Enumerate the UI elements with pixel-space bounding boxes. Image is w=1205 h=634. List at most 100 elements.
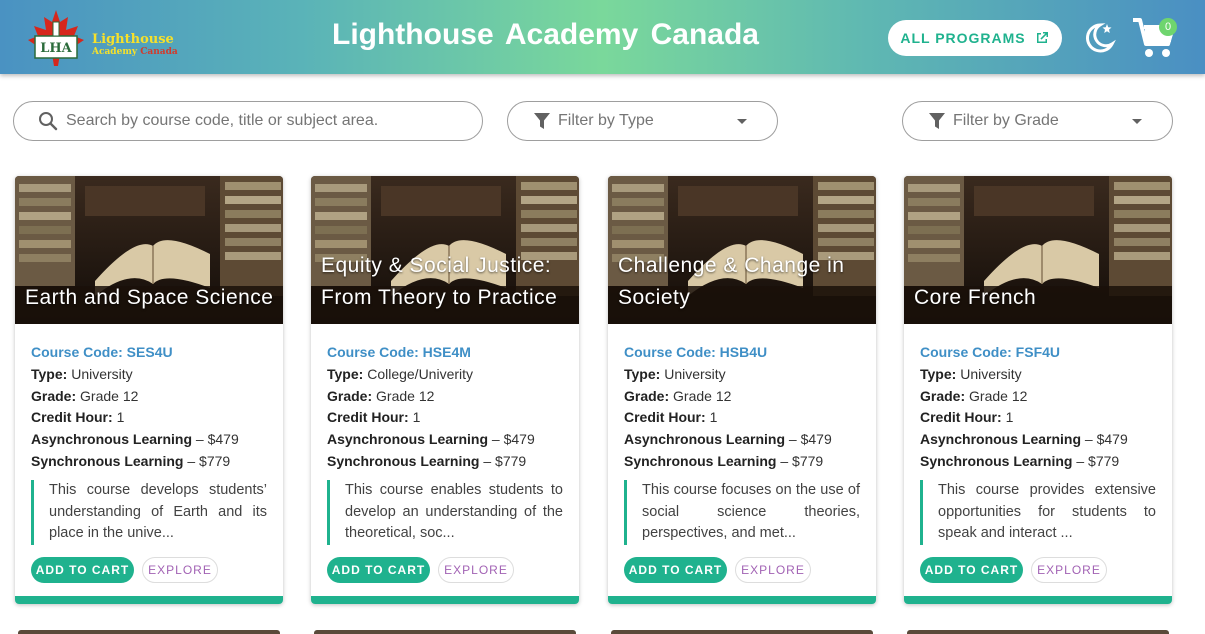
course-card: Challenge & Change in Society Course Cod… [608, 176, 876, 604]
course-image[interactable]: Equity & Social Justice: From Theory to … [311, 176, 579, 324]
grade-value: Grade 12 [673, 387, 732, 404]
sync-price: Synchronous Learning – $779 [624, 451, 864, 473]
course-details: Course Code: FSF4U Type: University Grad… [920, 342, 1160, 473]
async-price: Asynchronous Learning – $479 [31, 429, 271, 451]
maple-leaf-logo-icon: LHA [28, 10, 84, 66]
course-grade: Grade: Grade 12 [624, 386, 864, 408]
grade-label: Grade: [624, 387, 670, 404]
all-programs-button[interactable]: ALL PROGRAMS [888, 20, 1062, 56]
course-description: This course provides extensive opportuni… [920, 480, 1156, 545]
add-to-cart-button[interactable]: ADD TO CART [31, 557, 134, 583]
async-value: – $479 [488, 431, 535, 448]
top-app-bar: LHA Lighthouse Academy Canada Lighthouse… [0, 0, 1205, 74]
logo-line2b: Canada [140, 47, 178, 57]
async-price: Asynchronous Learning – $479 [920, 429, 1160, 451]
course-code: Course Code: SES4U [31, 344, 173, 360]
add-to-cart-button[interactable]: ADD TO CART [624, 557, 727, 583]
theme-toggle-button[interactable] [1082, 20, 1116, 56]
async-label: Asynchronous Learning [31, 431, 193, 448]
chevron-down-icon [737, 118, 747, 124]
type-label: Type: [31, 365, 68, 382]
explore-button[interactable]: EXPLORE [735, 557, 811, 583]
card-accent-bar [311, 596, 579, 604]
sync-price: Synchronous Learning – $779 [327, 451, 567, 473]
course-grade: Grade: Grade 12 [327, 386, 567, 408]
async-value: – $479 [1081, 431, 1128, 448]
course-credit: Credit Hour: 1 [624, 407, 864, 429]
sync-price: Synchronous Learning – $779 [31, 451, 271, 473]
course-description: This course enables students to develop … [327, 480, 563, 545]
course-code: Course Code: FSF4U [920, 344, 1061, 360]
grade-value: Grade 12 [969, 387, 1028, 404]
course-title: Equity & Social Justice: From Theory to … [321, 254, 558, 309]
grade-label: Grade: [31, 387, 77, 404]
external-link-icon [1036, 32, 1048, 43]
course-code: Course Code: HSB4U [624, 344, 768, 360]
type-value: University [71, 365, 133, 382]
type-label: Type: [327, 365, 364, 382]
course-title: Core French [914, 286, 1037, 309]
filter-icon [929, 113, 945, 129]
next-row-card-peek [18, 630, 280, 634]
grade-label: Grade: [920, 387, 966, 404]
page-title: Lighthouse Academy Canada [332, 18, 759, 51]
course-grade: Grade: Grade 12 [31, 386, 271, 408]
course-credit: Credit Hour: 1 [327, 407, 567, 429]
grade-value: Grade 12 [80, 387, 139, 404]
sync-label: Synchronous Learning [920, 452, 1073, 469]
explore-button[interactable]: EXPLORE [438, 557, 514, 583]
type-label: Type: [624, 365, 661, 382]
grade-value: Grade 12 [376, 387, 435, 404]
course-description: This course focuses on the use of social… [624, 480, 860, 545]
add-to-cart-button[interactable]: ADD TO CART [920, 557, 1023, 583]
async-label: Asynchronous Learning [327, 431, 489, 448]
logo-line1: Lighthouse [92, 32, 174, 47]
async-price: Asynchronous Learning – $479 [624, 429, 864, 451]
course-card: Core French Course Code: FSF4U Type: Uni… [904, 176, 1172, 604]
course-credit: Credit Hour: 1 [31, 407, 271, 429]
card-accent-bar [15, 596, 283, 604]
all-programs-label: ALL PROGRAMS [900, 30, 1026, 46]
type-value: University [960, 365, 1022, 382]
course-image[interactable]: Challenge & Change in Society [608, 176, 876, 324]
explore-button[interactable]: EXPLORE [142, 557, 218, 583]
sync-price: Synchronous Learning – $779 [920, 451, 1160, 473]
card-accent-bar [904, 596, 1172, 604]
card-accent-bar [608, 596, 876, 604]
credit-value: 1 [412, 409, 421, 426]
type-label: Type: [920, 365, 957, 382]
course-image[interactable]: Earth and Space Science [15, 176, 283, 324]
grade-filter-select[interactable]: Filter by Grade [902, 101, 1173, 141]
type-filter-select[interactable]: Filter by Type [507, 101, 778, 141]
svg-text:LHA: LHA [40, 41, 72, 56]
add-to-cart-button[interactable]: ADD TO CART [327, 557, 430, 583]
async-price: Asynchronous Learning – $479 [327, 429, 567, 451]
course-details: Course Code: SES4U Type: University Grad… [31, 342, 271, 473]
course-title: Challenge & Change in Society [618, 254, 845, 309]
next-row-card-peek [314, 630, 576, 634]
course-credit: Credit Hour: 1 [920, 407, 1160, 429]
filter-icon [534, 113, 550, 129]
course-image[interactable]: Core French [904, 176, 1172, 324]
credit-value: 1 [1005, 409, 1014, 426]
logo-line2: Academy Canada [92, 46, 178, 58]
explore-button[interactable]: EXPLORE [1031, 557, 1107, 583]
type-filter-label: Filter by Type [558, 112, 654, 129]
type-value: College/Univerity [367, 365, 474, 382]
course-title: Earth and Space Science [25, 286, 274, 309]
course-type: Type: University [624, 364, 864, 386]
credit-label: Credit Hour: [31, 409, 113, 426]
course-type: Type: College/Univerity [327, 364, 567, 386]
search-field[interactable] [13, 101, 483, 141]
async-value: – $479 [785, 431, 832, 448]
credit-label: Credit Hour: [920, 409, 1002, 426]
search-icon [39, 112, 58, 131]
course-details: Course Code: HSE4M Type: College/Univeri… [327, 342, 567, 473]
sync-value: – $779 [479, 452, 527, 469]
course-details: Course Code: HSB4U Type: University Grad… [624, 342, 864, 473]
search-input[interactable] [66, 112, 466, 130]
site-logo[interactable]: LHA Lighthouse Academy Canada [20, 8, 180, 68]
course-card: Equity & Social Justice: From Theory to … [311, 176, 579, 604]
grade-filter-label: Filter by Grade [953, 112, 1059, 129]
moon-stars-icon [1085, 23, 1116, 53]
